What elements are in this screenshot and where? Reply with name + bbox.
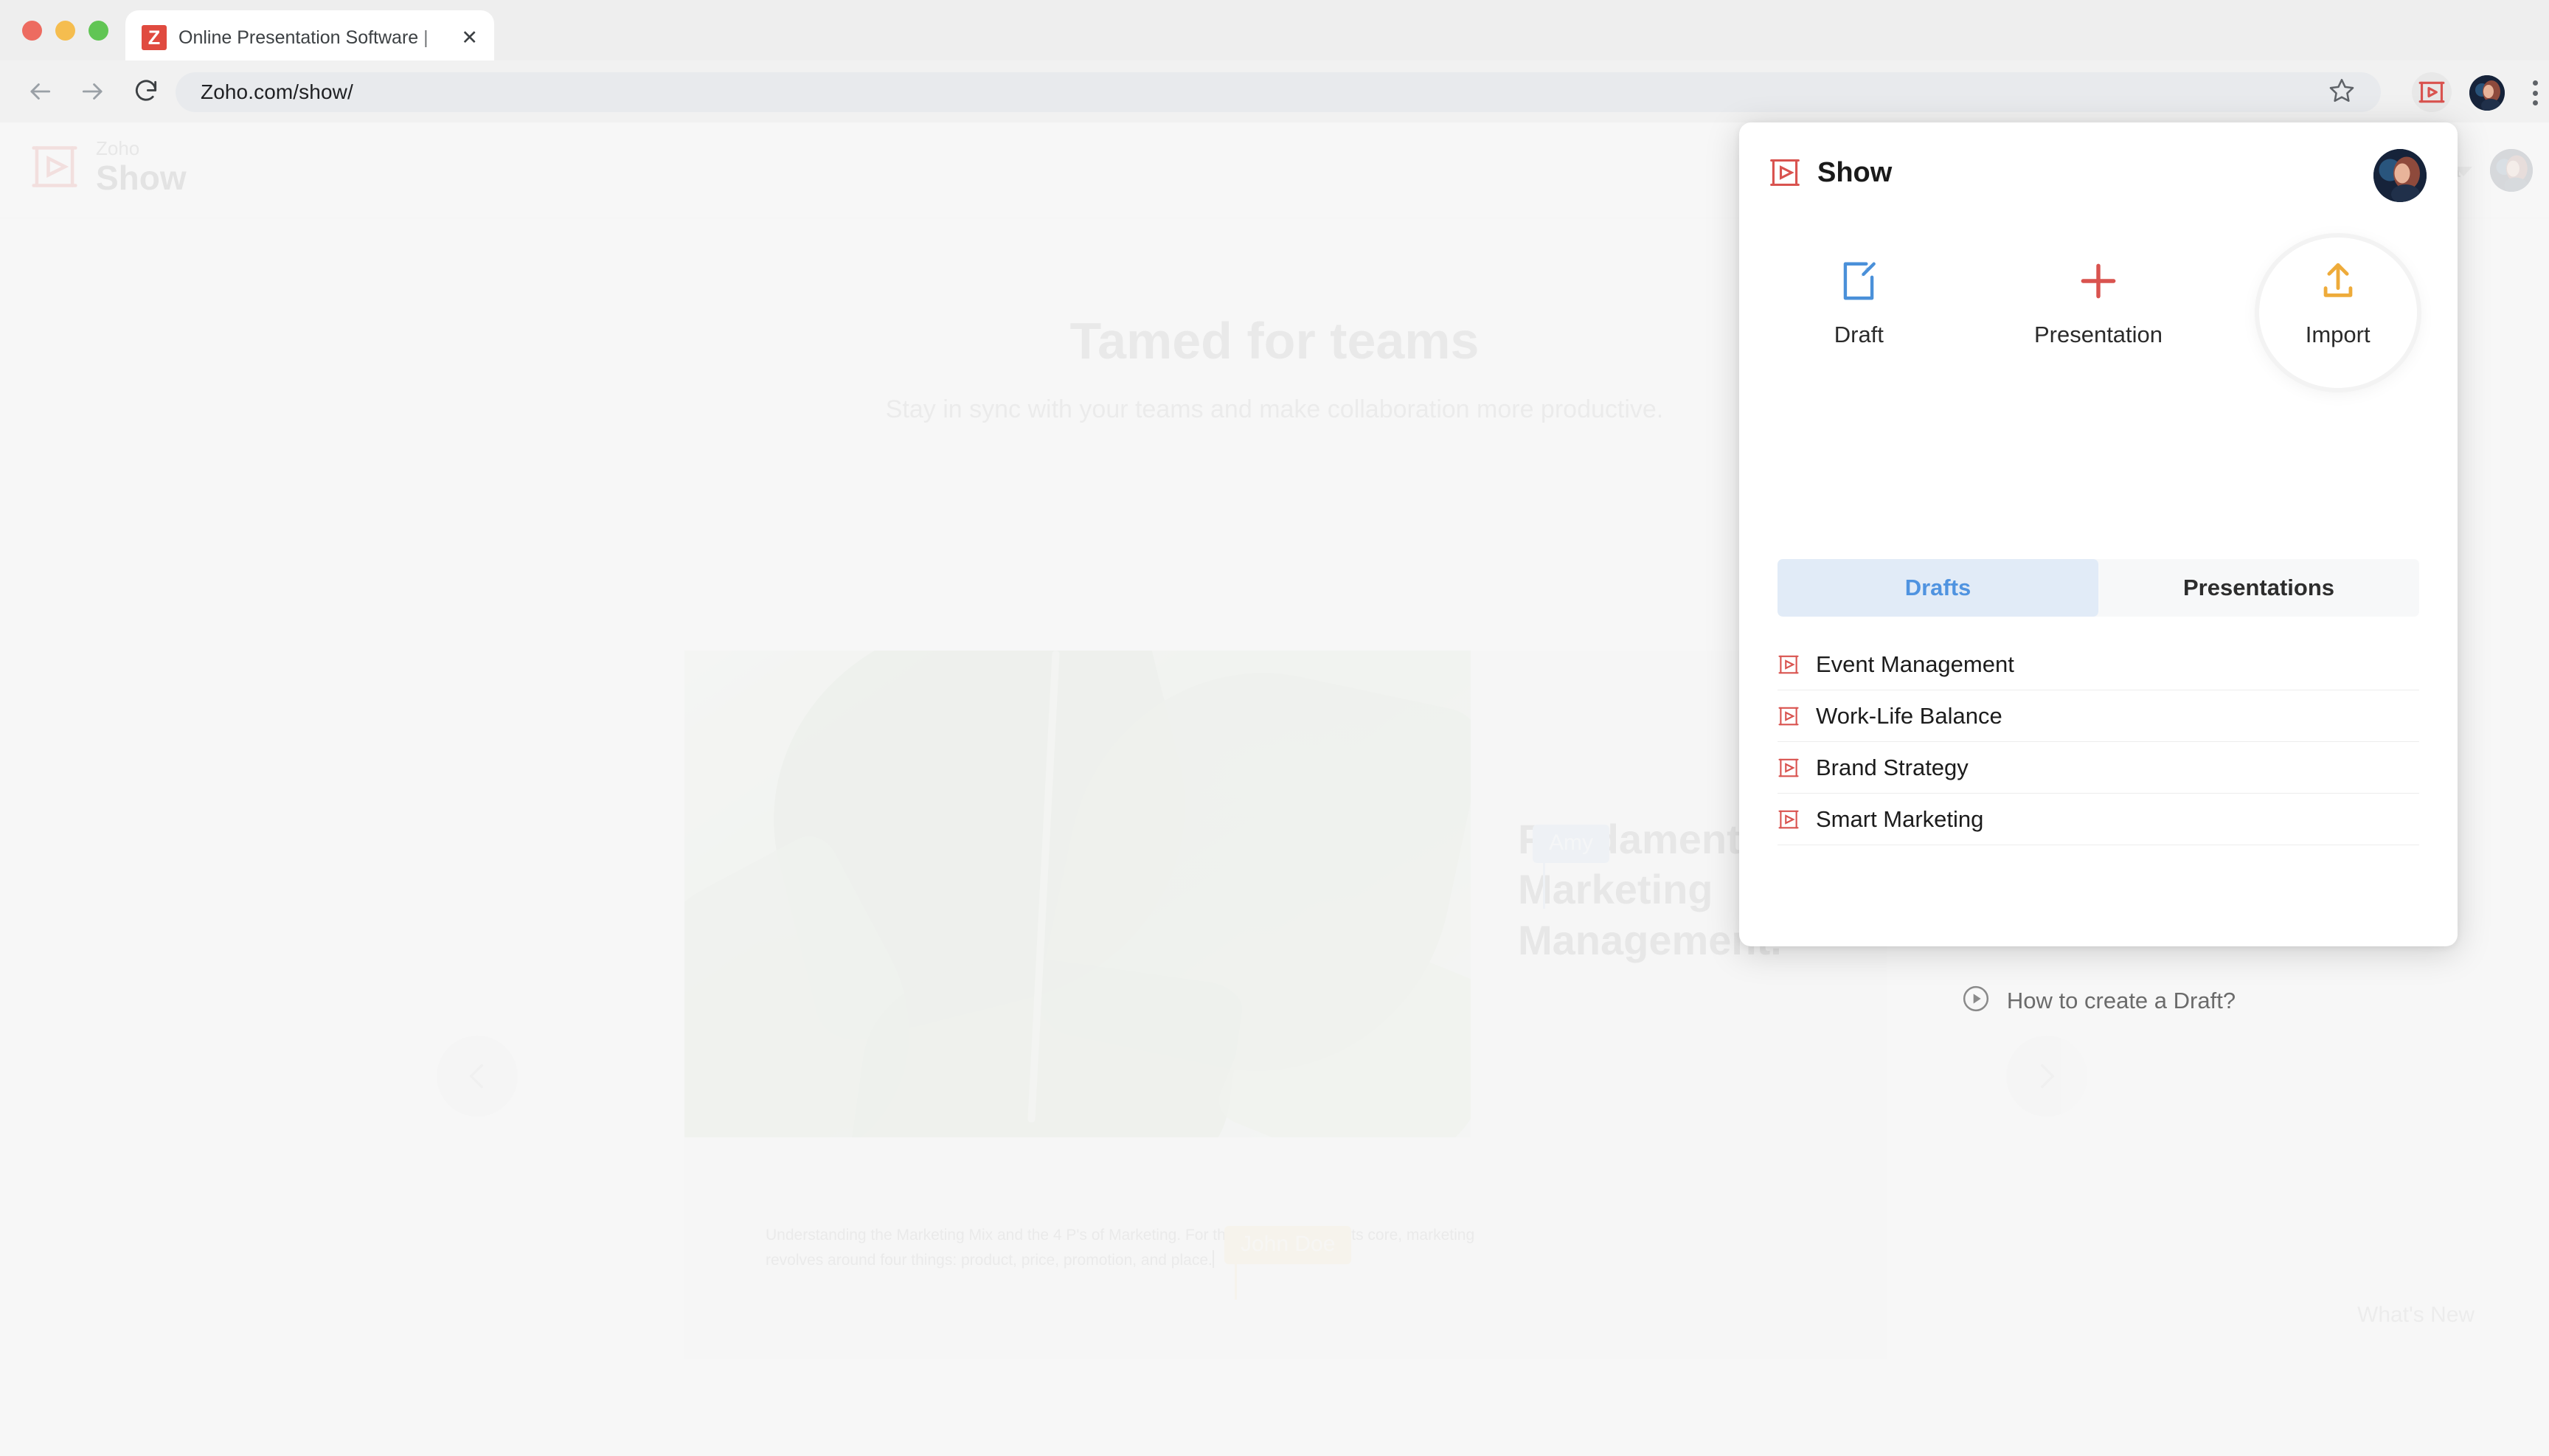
popup-avatar[interactable] (2373, 149, 2427, 202)
browser-window: Z Online Presentation Software | ✕ Zoho.… (0, 0, 2549, 1456)
import-label: Import (2305, 322, 2371, 347)
extension-popup: Show Draft Presentation Import Drafts Pr… (1739, 122, 2458, 1013)
popup-brand: Show (1769, 156, 1892, 189)
monstera-leaf-photo (684, 651, 1471, 1137)
zoho-show-file-icon (1778, 810, 1799, 828)
zoho-show-file-icon (1778, 655, 1799, 673)
popup-title: Show (1817, 156, 1893, 188)
popup-actions: Draft Presentation Import (1739, 240, 2458, 379)
zoho-show-logo[interactable]: Zoho Show (30, 139, 187, 195)
carousel-prev-button[interactable] (437, 1036, 518, 1117)
logo-product: Show (96, 159, 187, 197)
draft-pencil-icon (1836, 255, 1882, 307)
window-controls[interactable] (22, 21, 108, 41)
play-circle-icon (1961, 984, 1991, 1017)
whats-new-button[interactable]: What's New (2357, 1303, 2475, 1328)
url-text[interactable]: Zoho.com/show/ (201, 80, 353, 104)
forward-arrow-icon[interactable] (72, 71, 114, 112)
zoho-show-icon (1770, 159, 1800, 187)
list-item[interactable]: Event Management (1778, 639, 2419, 690)
list-item-label: Smart Marketing (1816, 805, 1984, 832)
popup-footer[interactable]: How to create a Draft? (1739, 984, 2458, 1017)
popup-header: Show (1739, 122, 2458, 223)
address-bar[interactable]: Zoho.com/show/ (176, 72, 2381, 112)
reload-icon[interactable] (125, 71, 167, 112)
list-item-label: Event Management (1816, 651, 2014, 677)
create-presentation-label: Presentation (2033, 322, 2163, 347)
zoho-show-file-icon (1778, 707, 1799, 725)
minimize-window-button[interactable] (55, 21, 75, 41)
carousel-next-button[interactable] (2006, 1036, 2087, 1117)
browser-avatar[interactable] (2469, 75, 2505, 111)
browser-tab[interactable]: Z Online Presentation Software | ✕ (125, 10, 494, 65)
browser-toolbar: Zoho.com/show/ (0, 60, 2549, 122)
upload-icon (2317, 255, 2359, 307)
tab-title: Online Presentation Software | (178, 27, 429, 48)
list-item-label: Work-Life Balance (1816, 702, 2002, 729)
logo-brand: Zoho (96, 137, 140, 159)
close-tab-icon[interactable]: ✕ (461, 27, 478, 48)
list-item[interactable]: Brand Strategy (1778, 742, 2419, 794)
plus-icon (2075, 255, 2121, 307)
collaborator-label-john-doe: John Doe (1224, 1226, 1352, 1300)
draft-list: Event Management Work-Life Balance Brand… (1778, 639, 2419, 845)
maximize-window-button[interactable] (89, 21, 108, 41)
text-cursor (1212, 1250, 1214, 1269)
slide-body-text: Understanding the Marketing Mix and the … (766, 1223, 1525, 1273)
create-draft-button[interactable]: Draft (1739, 240, 1979, 379)
how-to-create-draft-link[interactable]: How to create a Draft? (2007, 988, 2236, 1014)
list-item[interactable]: Smart Marketing (1778, 794, 2419, 845)
create-presentation-button[interactable]: Presentation (1979, 240, 2219, 379)
tab-drafts[interactable]: Drafts (1778, 559, 2098, 617)
zoho-favicon: Z (142, 25, 167, 50)
slide-body-string: Understanding the Marketing Mix and the … (766, 1227, 1475, 1269)
list-item[interactable]: Work-Life Balance (1778, 690, 2419, 742)
list-item-label: Brand Strategy (1816, 754, 1969, 780)
import-button[interactable]: Import (2218, 240, 2458, 379)
page-avatar[interactable] (2490, 149, 2533, 192)
popup-tabs: Drafts Presentations (1778, 559, 2419, 617)
kebab-menu-icon[interactable] (2522, 78, 2548, 108)
tab-presentations[interactable]: Presentations (2098, 559, 2419, 617)
zoho-show-extension-icon[interactable] (2412, 72, 2452, 112)
tab-strip: Z Online Presentation Software | ✕ (0, 0, 2549, 65)
zoho-show-file-icon (1778, 758, 1799, 777)
back-arrow-icon[interactable] (19, 71, 60, 112)
collaborator-label-amy: Amy (1533, 825, 1609, 909)
close-window-button[interactable] (22, 21, 42, 41)
star-icon[interactable] (2328, 77, 2356, 108)
create-draft-label: Draft (1834, 322, 1884, 347)
